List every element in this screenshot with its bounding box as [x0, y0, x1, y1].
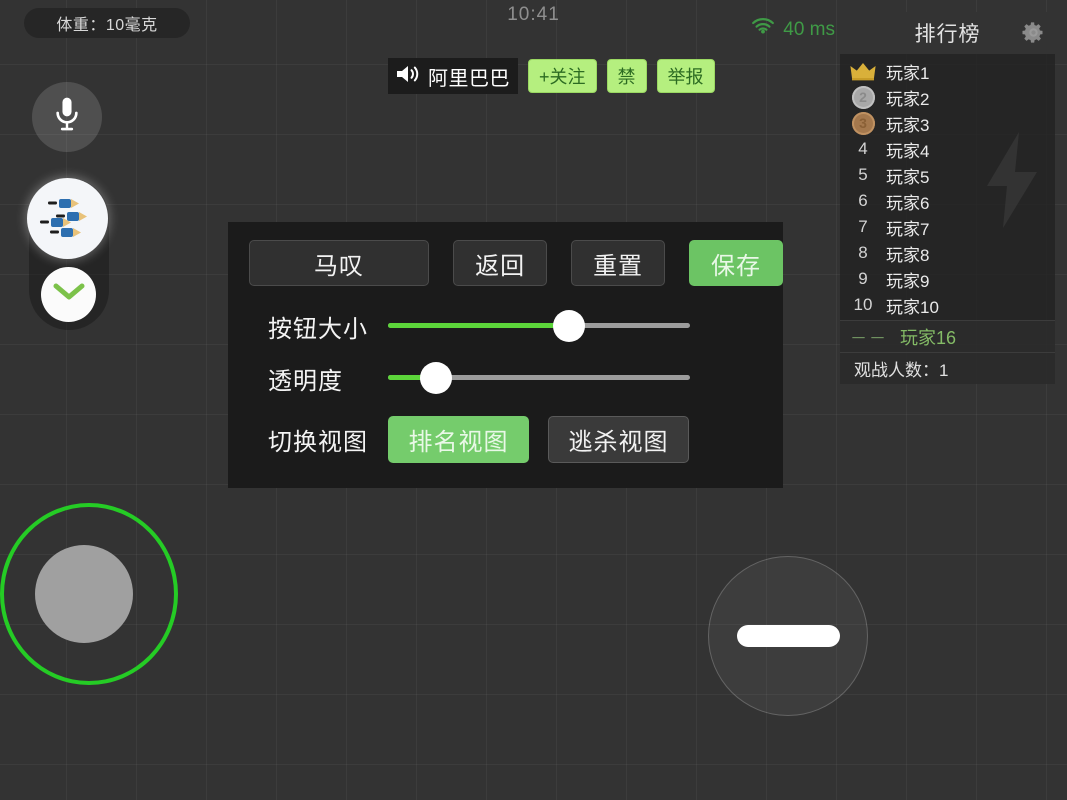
bronze-medal-icon: 3 — [848, 111, 878, 135]
table-row[interactable]: 玩家1 — [840, 58, 1055, 84]
speaker-chip: 阿里巴巴 — [388, 58, 518, 94]
player-name: 玩家7 — [886, 219, 930, 239]
crown-icon — [848, 61, 878, 81]
self-name: 玩家16 — [900, 327, 957, 348]
player-name: 玩家5 — [886, 167, 930, 187]
leaderboard-list: 玩家1 2 玩家2 3 玩家3 4 玩家4 5 玩家5 6 玩家6 7 玩家7 … — [840, 54, 1055, 320]
player-name: 玩家3 — [886, 115, 930, 135]
ban-button[interactable]: 禁 — [606, 59, 647, 93]
battle-royale-view-button[interactable]: 逃杀视图 — [548, 416, 689, 463]
player-name: 玩家8 — [886, 245, 930, 265]
rank-view-button[interactable]: 排名视图 — [388, 416, 529, 463]
speaker-name: 阿里巴巴 — [428, 67, 510, 90]
collapse-button[interactable] — [41, 267, 96, 322]
table-row[interactable]: 4 玩家4 — [840, 136, 1055, 162]
reset-button[interactable]: 重置 — [571, 240, 666, 286]
opacity-slider[interactable] — [388, 358, 690, 398]
table-row[interactable]: 7 玩家7 — [840, 214, 1055, 240]
virtual-joystick-knob[interactable] — [35, 545, 133, 643]
medal-rank: 2 — [851, 85, 875, 109]
medal-rank: 3 — [851, 111, 875, 135]
ping-value: 40 ms — [783, 19, 835, 40]
speaker-icon — [394, 62, 422, 91]
microphone-button[interactable] — [32, 82, 102, 152]
save-button[interactable]: 保存 — [689, 240, 784, 286]
rank-number: 6 — [858, 191, 868, 210]
dash-action-button[interactable] — [708, 556, 868, 716]
dialog-toolbar: 马叹 返回 重置 保存 — [228, 222, 784, 286]
slider-fill — [388, 323, 570, 328]
table-row[interactable]: 5 玩家5 — [840, 162, 1055, 188]
back-button[interactable]: 返回 — [453, 240, 548, 286]
player-name: 玩家4 — [886, 141, 930, 161]
wifi-icon — [751, 18, 775, 42]
button-size-label: 按钮大小 — [268, 315, 368, 343]
table-row[interactable]: 10 玩家10 — [840, 292, 1055, 318]
table-row[interactable]: 2 玩家2 — [840, 84, 1055, 110]
self-rank: －－ — [850, 329, 888, 348]
rank-number: 8 — [858, 243, 868, 262]
rank-number: 5 — [858, 165, 868, 184]
button-size-slider[interactable] — [388, 306, 690, 346]
rank-number: 10 — [853, 295, 873, 314]
game-screen: 体重：10毫克 10:41 40 ms 阿里巴巴 +关注 禁 举报 排行榜 玩家… — [0, 0, 1067, 800]
button-size-row: 按钮大小 — [228, 306, 783, 346]
gear-icon[interactable] — [1020, 19, 1047, 51]
switch-view-label: 切换视图 — [268, 429, 368, 456]
title-button[interactable]: 马叹 — [249, 240, 430, 286]
switch-view-row: 切换视图 排名视图 逃杀视图 — [228, 416, 783, 463]
player-name: 玩家10 — [886, 297, 939, 317]
microphone-icon — [50, 95, 84, 140]
player-name: 玩家6 — [886, 193, 930, 213]
broadcast-bar: 阿里巴巴 +关注 禁 举报 — [388, 58, 715, 94]
spectator-count: 观战人数：1 — [840, 352, 1055, 384]
player-name: 玩家2 — [886, 89, 930, 109]
settings-dialog: 马叹 返回 重置 保存 按钮大小 透明度 切换视图 排名视图 逃杀视图 — [228, 222, 784, 488]
player-name: 玩家1 — [886, 63, 930, 83]
dash-action-icon — [736, 625, 840, 647]
table-row[interactable]: 8 玩家8 — [840, 240, 1055, 266]
silver-medal-icon: 2 — [848, 85, 878, 109]
chevron-down-icon — [53, 282, 85, 307]
player-name: 玩家9 — [886, 271, 930, 291]
slider-knob[interactable] — [553, 310, 586, 342]
rank-number: 9 — [858, 269, 868, 288]
rank-number: 4 — [858, 139, 868, 158]
table-row[interactable]: 3 玩家3 — [840, 110, 1055, 136]
follow-button[interactable]: +关注 — [528, 59, 597, 93]
leaderboard-header: 排行榜 — [840, 12, 1055, 54]
opacity-row: 透明度 — [228, 358, 783, 398]
table-row[interactable]: 6 玩家6 — [840, 188, 1055, 214]
leaderboard-title: 排行榜 — [914, 23, 981, 46]
slider-knob[interactable] — [420, 362, 453, 394]
ping-indicator: 40 ms — [751, 18, 835, 42]
report-button[interactable]: 举报 — [656, 59, 715, 93]
leaderboard-self-row[interactable]: －－ 玩家16 — [840, 320, 1055, 352]
leaderboard-panel: 排行榜 玩家1 2 玩家2 3 玩家3 4 玩家4 5 玩家5 6 玩家6 7 … — [840, 12, 1055, 384]
opacity-label: 透明度 — [268, 367, 343, 395]
spray-darts-button[interactable] — [27, 178, 108, 259]
table-row[interactable]: 9 玩家9 — [840, 266, 1055, 292]
rank-number: 7 — [858, 217, 868, 236]
